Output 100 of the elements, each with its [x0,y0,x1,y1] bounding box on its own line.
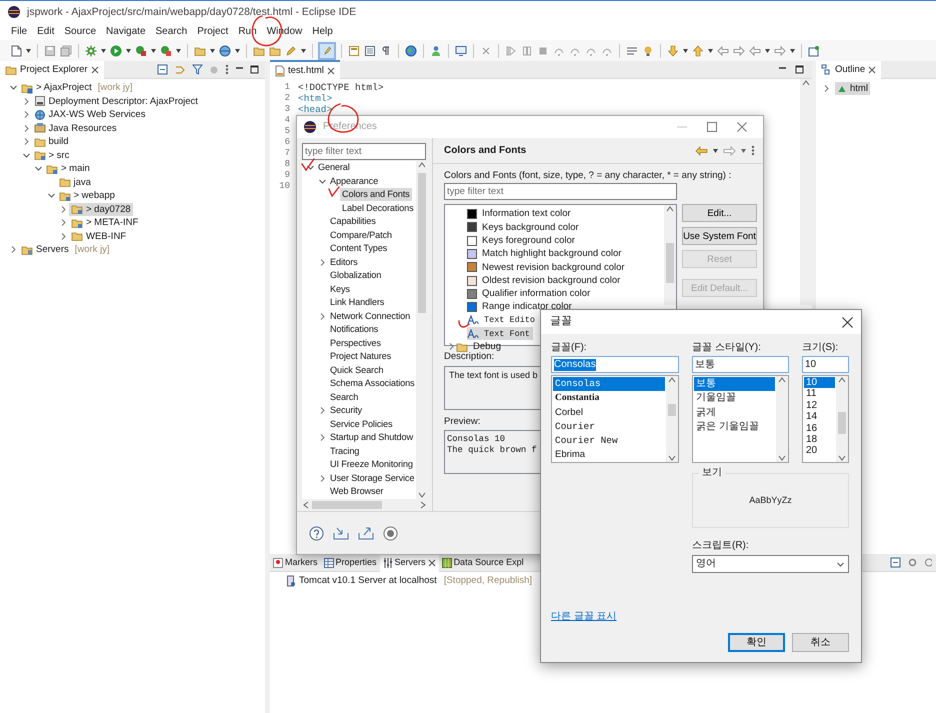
globe-icon[interactable] [219,44,231,56]
scrollbar-thumb[interactable] [668,404,676,416]
collapse-all-icon[interactable] [157,64,168,75]
list-item[interactable]: 14 [804,411,835,423]
highlighter-icon[interactable] [319,42,335,58]
folder-icon[interactable] [194,44,206,56]
list-item[interactable]: Qualifier information color [467,287,594,300]
folder-icon[interactable] [269,44,281,56]
down-arrow-icon[interactable] [667,44,679,56]
list-item[interactable]: 10 [804,377,835,388]
tree-item[interactable]: Capabilities [328,215,378,228]
view-tab[interactable]: Properties [320,554,380,572]
help-icon[interactable] [309,526,324,540]
run-icon[interactable] [135,44,147,56]
maximize-icon[interactable] [795,65,804,74]
list-icon[interactable] [364,44,376,56]
view-tab[interactable]: Markers [270,554,321,572]
tree-item[interactable]: Notifications [328,323,380,336]
tree-item[interactable]: User Storage Service [328,472,416,485]
back-arrow-icon[interactable] [717,44,729,56]
list-item[interactable]: Consolas [553,377,665,392]
scrollbar-thumb[interactable] [418,173,426,313]
chevron-icon[interactable] [22,150,30,160]
tree-item[interactable]: Keys [328,282,352,296]
chevron-icon[interactable] [22,137,30,146]
list-item[interactable]: Range indicator color [467,300,575,314]
tree-item[interactable]: Colors and Fonts [340,188,412,202]
close-icon[interactable] [868,66,876,74]
tree-item[interactable]: Project Natures [328,350,394,364]
caret-icon[interactable] [765,48,770,52]
pencil-icon[interactable] [285,44,297,56]
tree-item[interactable]: Schema Associations [328,377,416,390]
caret-icon[interactable] [790,48,795,52]
tree-item[interactable]: General [316,161,352,174]
tree-item[interactable]: Appearance [328,174,380,188]
chevron-icon[interactable] [22,124,30,133]
tree-item[interactable]: Startup and Shutdow [328,431,415,444]
chevron-icon[interactable] [59,232,68,241]
menu-item[interactable]: File [6,26,32,38]
list-item[interactable]: Keys background color [467,220,582,234]
scrollbar[interactable] [836,376,848,462]
tree-item[interactable]: > src [32,148,72,162]
monitor-icon[interactable] [455,44,467,56]
maximize-icon[interactable] [250,65,259,74]
chevron-icon[interactable] [59,204,68,214]
tree-item[interactable]: html [835,82,870,96]
import-icon[interactable] [333,526,349,540]
view-tab[interactable]: Outline [816,60,882,78]
caret-icon[interactable] [126,48,131,52]
tree-item[interactable]: Link Handlers [328,296,386,310]
floppy-disks-icon[interactable] [60,44,72,56]
tree-item[interactable]: java [56,176,93,189]
chevron-icon[interactable] [822,84,831,94]
close-icon[interactable] [428,558,436,566]
tree-item[interactable]: Java Resources [32,122,119,135]
style-field[interactable]: 보통 [692,356,789,373]
list-icon[interactable] [626,44,638,56]
editor-tab[interactable]: test.html [270,60,340,79]
chevron-icon[interactable] [318,433,327,442]
list-item[interactable]: 보통 [694,377,775,392]
chevron-icon[interactable] [9,83,18,92]
pinned-note-icon[interactable] [808,44,820,56]
button[interactable]: Use System Font [682,227,757,246]
tree-item[interactable]: > day0728 [69,202,133,216]
list-item[interactable]: 18 [804,434,835,446]
tree-item[interactable]: UI Freeze Monitoring [328,458,415,472]
list-item[interactable]: 16 [804,422,835,434]
caret-icon[interactable] [708,48,713,52]
more-icon[interactable] [751,145,755,156]
scrollbar-thumb[interactable] [312,501,382,509]
tree-item[interactable]: JAX-WS Web Services [32,108,148,122]
list-item[interactable]: 20 [804,445,835,457]
scrollbar-thumb[interactable] [838,412,846,434]
tree-item[interactable]: Perspectives [328,336,383,350]
window-icon[interactable] [348,44,360,56]
scrollbar[interactable] [776,376,788,462]
tree-item[interactable]: build [32,135,71,148]
filter-field[interactable]: type filter text [302,143,426,160]
forward-arrow-icon[interactable] [733,44,745,56]
filter-icon[interactable] [192,64,203,75]
list-item[interactable]: Ebrima [553,448,665,463]
list-item[interactable]: Text Edito [467,314,538,328]
chevron-icon[interactable] [22,96,30,106]
play-icon[interactable] [110,44,122,56]
caret-icon[interactable] [301,48,306,52]
chevron-icon[interactable] [318,312,327,321]
chevron-icon[interactable] [318,474,327,483]
tree-item[interactable]: Service Policies [328,418,394,431]
menu-item[interactable]: Search [150,26,192,38]
view-tab[interactable]: Data Source Expl [438,554,527,572]
tree-item[interactable]: Web Browser [328,485,386,498]
button[interactable]: 확인 [728,633,785,652]
tree-item[interactable]: > main [44,162,92,176]
tree-item[interactable]: Content Types [328,242,390,256]
menu-item[interactable]: Help [307,26,338,38]
chevron-icon[interactable] [318,406,327,416]
back-arrow-icon[interactable] [695,146,708,156]
server-item[interactable]: Tomcat v10.1 Server at localhost [Stopped, Republish] [284,574,534,587]
list-item[interactable]: Information text color [467,207,574,221]
bulb-icon[interactable] [642,44,654,56]
